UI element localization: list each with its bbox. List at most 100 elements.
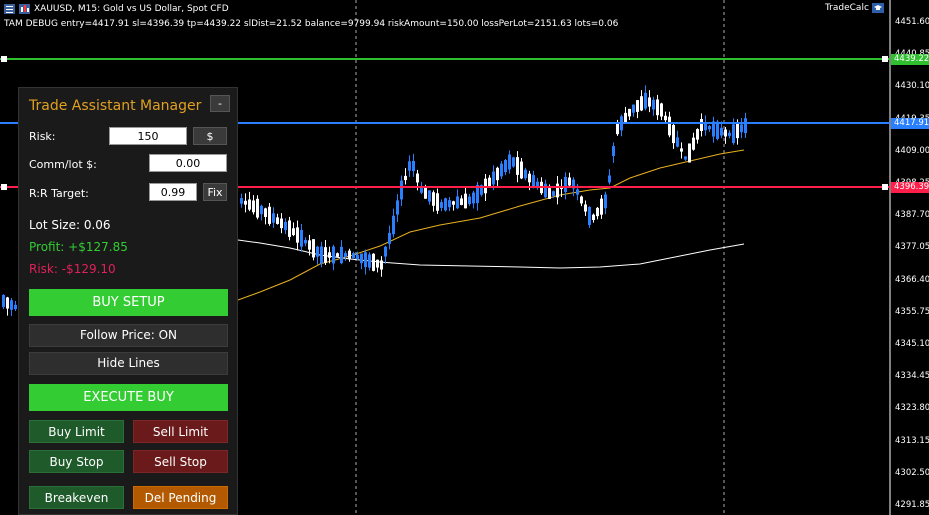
- entry-price-tag: 4417.91: [891, 118, 929, 129]
- candle-body: [612, 146, 615, 156]
- risk-unit-button[interactable]: $: [193, 127, 227, 145]
- buy-limit-button[interactable]: Buy Limit: [29, 420, 124, 443]
- candle-body: [356, 254, 359, 260]
- collapse-button[interactable]: -: [210, 95, 230, 112]
- menu-icon[interactable]: [4, 3, 15, 14]
- candle-body: [616, 123, 619, 135]
- profit-text: Profit: +$127.85: [29, 240, 128, 254]
- candle-body: [464, 193, 467, 209]
- candle-body: [456, 196, 459, 209]
- candle-body: [496, 167, 499, 181]
- candle-body: [328, 252, 331, 258]
- candle-body: [736, 123, 739, 139]
- chart-type-icon[interactable]: [19, 3, 30, 14]
- stop-loss-price-tag: 4396.39: [891, 182, 929, 193]
- buy-setup-button[interactable]: BUY SETUP: [29, 289, 228, 316]
- candle-body: [392, 215, 395, 235]
- fast-moving-average: [237, 149, 745, 301]
- candle-body: [344, 253, 347, 257]
- candle-body: [10, 300, 13, 310]
- candle-body: [564, 176, 567, 193]
- fix-button[interactable]: Fix: [203, 183, 227, 201]
- take-profit-price-tag: 4439.22: [891, 54, 929, 65]
- price-tick-label: 4451.60: [895, 17, 929, 27]
- candle-body: [512, 157, 515, 167]
- rr-input[interactable]: 0.99: [149, 183, 197, 201]
- hide-lines-button[interactable]: Hide Lines: [29, 352, 228, 375]
- tradecalc-label: TradeCalc: [825, 3, 869, 13]
- candle-body: [580, 196, 583, 204]
- buy-stop-button[interactable]: Buy Stop: [29, 450, 124, 473]
- candle-body: [360, 253, 363, 264]
- candle-body: [292, 228, 295, 236]
- candle-body: [624, 112, 627, 124]
- candle-body: [2, 295, 5, 307]
- candle-body: [324, 247, 327, 263]
- candle-body: [312, 239, 315, 258]
- candle-body: [460, 198, 463, 205]
- comm-label: Comm/lot $:: [29, 158, 97, 171]
- candle-body: [684, 156, 687, 160]
- candle-body: [492, 171, 495, 185]
- symbol-title: XAUUSD, M15: Gold vs US Dollar, Spot CFD: [34, 3, 229, 14]
- execute-buy-button[interactable]: EXECUTE BUY: [29, 384, 228, 411]
- candle-body: [640, 96, 643, 111]
- candle-body: [340, 246, 343, 264]
- candle-body: [520, 161, 523, 179]
- price-tick-label: 4345.10: [895, 339, 929, 349]
- breakeven-button[interactable]: Breakeven: [29, 486, 124, 509]
- candle-body: [316, 246, 319, 257]
- candle-body: [648, 97, 651, 107]
- risk-input[interactable]: 150: [109, 127, 187, 145]
- price-tick-label: 4323.80: [895, 403, 929, 414]
- follow-price-button[interactable]: Follow Price: ON: [29, 324, 228, 347]
- candle-body: [740, 124, 743, 133]
- candle-body: [400, 180, 403, 200]
- candle-body: [14, 304, 17, 310]
- risk-label: Risk:: [29, 130, 56, 143]
- price-tick-label: 4377.05: [895, 242, 929, 253]
- price-tick-label: 4430.10: [895, 81, 929, 92]
- comm-input[interactable]: 0.00: [149, 154, 227, 172]
- candle-body: [696, 129, 699, 140]
- tradecalc-indicator[interactable]: TradeCalc: [825, 3, 884, 13]
- candle-body: [248, 199, 251, 210]
- candle-body: [280, 218, 283, 229]
- sell-stop-button[interactable]: Sell Stop: [133, 450, 228, 473]
- candle-body: [440, 202, 443, 208]
- take-profit-handle-left[interactable]: [1, 56, 7, 62]
- candle-body: [320, 246, 323, 264]
- candle-body: [468, 196, 471, 205]
- candle-body: [576, 189, 579, 195]
- take-profit-handle-right[interactable]: [882, 56, 888, 62]
- candle-body: [500, 163, 503, 177]
- price-tick-label: 4313.15: [895, 435, 929, 446]
- candle-body: [260, 205, 263, 215]
- debug-line: TAM DEBUG entry=4417.91 sl=4396.39 tp=44…: [4, 19, 619, 29]
- candle-body: [396, 200, 399, 215]
- price-tick-label: 4409.00: [895, 145, 929, 156]
- graduation-cap-icon: [871, 3, 884, 13]
- del-pending-button[interactable]: Del Pending: [133, 486, 228, 509]
- candle-body: [600, 198, 603, 215]
- candle-body: [276, 217, 279, 224]
- stop-loss-handle-right[interactable]: [882, 184, 888, 190]
- candle-body: [488, 177, 491, 187]
- candle-body: [332, 246, 335, 264]
- price-tick-label: 4387.70: [895, 210, 929, 221]
- stop-loss-handle-left[interactable]: [1, 184, 7, 190]
- candle-body: [700, 118, 703, 132]
- candle-body: [644, 92, 647, 109]
- candle-body: [596, 207, 599, 217]
- candle-body: [652, 99, 655, 110]
- sell-limit-button[interactable]: Sell Limit: [133, 420, 228, 443]
- candle-body: [548, 188, 551, 199]
- candle-body: [272, 213, 275, 223]
- candle-body: [6, 297, 9, 309]
- candle-body: [372, 253, 375, 271]
- candle-body: [532, 175, 535, 188]
- candle-body: [376, 259, 379, 268]
- candle-body: [284, 221, 287, 231]
- candle-body: [472, 192, 475, 204]
- candle-body: [508, 154, 511, 170]
